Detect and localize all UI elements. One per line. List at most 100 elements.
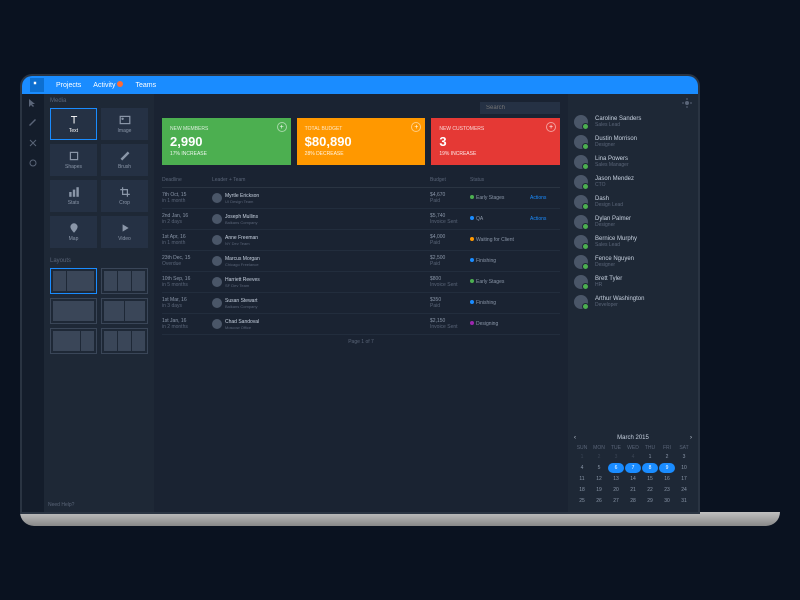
avatar <box>574 235 588 249</box>
cal-day[interactable]: 25 <box>574 496 590 506</box>
avatar <box>574 255 588 269</box>
cal-day[interactable]: 2 <box>659 452 675 462</box>
team-member[interactable]: Brett TylerHR <box>574 272 692 292</box>
tool-crop[interactable]: Crop <box>101 180 148 212</box>
table-row[interactable]: 1st Jan, 16in 2 monthsChad SandovalMosco… <box>162 314 560 335</box>
layout-option[interactable] <box>101 328 148 354</box>
cal-day[interactable]: 30 <box>659 496 675 506</box>
cal-day[interactable]: 4 <box>625 452 641 462</box>
gear-icon[interactable] <box>682 98 692 108</box>
tool-video[interactable]: Video <box>101 216 148 248</box>
team-member[interactable]: Dustin MorrisonDesigner <box>574 132 692 152</box>
main-content: +NEW MEMBERS2,99017% INCREASE+TOTAL BUDG… <box>154 76 568 512</box>
team-member[interactable]: Lina PowersSales Manager <box>574 152 692 172</box>
cal-dow: MON <box>591 445 607 451</box>
cal-next[interactable]: › <box>690 435 692 441</box>
avatar <box>212 256 222 266</box>
col-deadline[interactable]: Deadline <box>162 177 212 183</box>
cal-day[interactable]: 24 <box>676 485 692 495</box>
layout-option[interactable] <box>50 268 97 294</box>
nav-projects[interactable]: Projects <box>56 82 81 89</box>
avatar <box>574 135 588 149</box>
team-member[interactable]: Arthur WashingtonDeveloper <box>574 292 692 312</box>
team-member[interactable]: Caroline SandersSales Lead <box>574 112 692 132</box>
cut-icon[interactable] <box>28 138 38 148</box>
stat-card: +TOTAL BUDGET$80,89028% DECREASE <box>297 118 426 165</box>
cal-day[interactable]: 18 <box>574 485 590 495</box>
cal-day[interactable]: 2 <box>591 452 607 462</box>
cal-day[interactable]: 23 <box>659 485 675 495</box>
stat-card: +NEW CUSTOMERS319% INCREASE <box>431 118 560 165</box>
team-member[interactable]: Jason MendezCTO <box>574 172 692 192</box>
cal-day[interactable]: 14 <box>625 474 641 484</box>
cal-day[interactable]: 21 <box>625 485 641 495</box>
cal-day[interactable]: 28 <box>625 496 641 506</box>
sidebar-right: Caroline SandersSales LeadDustin Morriso… <box>568 76 698 512</box>
team-member[interactable]: Fence NguyenDesigner <box>574 252 692 272</box>
table-row[interactable]: 1st Mar, 16in 3 daysSusan StewartBalkans… <box>162 293 560 314</box>
team-member[interactable]: Dylan PalmerDesigner <box>574 212 692 232</box>
cal-day[interactable]: 1 <box>642 452 658 462</box>
svg-text:T: T <box>70 115 77 126</box>
cal-day[interactable]: 27 <box>608 496 624 506</box>
layout-option[interactable] <box>101 298 148 324</box>
table-row[interactable]: 23th Dec, 15OverdueMarcus MorganChicago … <box>162 251 560 272</box>
cal-day[interactable]: 5 <box>591 463 607 473</box>
layout-option[interactable] <box>50 328 97 354</box>
cal-day[interactable]: 11 <box>574 474 590 484</box>
cal-day[interactable]: 13 <box>608 474 624 484</box>
cal-day[interactable]: 17 <box>676 474 692 484</box>
cal-day[interactable]: 26 <box>591 496 607 506</box>
team-member[interactable]: Bernice MurphySales Lead <box>574 232 692 252</box>
nav-activity[interactable]: Activity <box>93 81 123 89</box>
cal-day[interactable]: 7 <box>625 463 641 473</box>
tool-palette: Media TTextImageShapesBrushStatsCropMapV… <box>44 76 154 512</box>
col-leader[interactable]: Leader + Team <box>212 177 430 183</box>
cal-day[interactable]: 15 <box>642 474 658 484</box>
help-link[interactable]: Need Help? <box>48 502 74 508</box>
col-budget[interactable]: Budget <box>430 177 470 183</box>
avatar <box>574 175 588 189</box>
cal-day[interactable]: 19 <box>591 485 607 495</box>
col-status[interactable]: Status <box>470 177 530 183</box>
tool-shapes[interactable]: Shapes <box>50 144 97 176</box>
team-member[interactable]: DashDesign Lead <box>574 192 692 212</box>
cal-dow: THU <box>642 445 658 451</box>
cal-day[interactable]: 20 <box>608 485 624 495</box>
cal-day[interactable]: 8 <box>642 463 658 473</box>
cal-day[interactable]: 1 <box>574 452 590 462</box>
pen-icon[interactable] <box>28 118 38 128</box>
layout-option[interactable] <box>50 298 97 324</box>
table-pager[interactable]: Page 1 of 7 <box>162 335 560 349</box>
rotate-icon[interactable] <box>28 158 38 168</box>
search-input[interactable] <box>480 102 560 114</box>
cal-day[interactable]: 10 <box>676 463 692 473</box>
top-nav: Projects Activity Teams <box>22 76 698 94</box>
table-row[interactable]: 10th Sep, 16in 5 monthsHarriett ReevesSF… <box>162 272 560 293</box>
cal-day[interactable]: 9 <box>659 463 675 473</box>
tool-stats[interactable]: Stats <box>50 180 97 212</box>
nav-teams[interactable]: Teams <box>135 82 156 89</box>
cal-day[interactable]: 12 <box>591 474 607 484</box>
cal-day[interactable]: 22 <box>642 485 658 495</box>
table-row[interactable]: 7th Oct, 15in 1 monthMyrtle EricksonUI D… <box>162 188 560 209</box>
avatar <box>212 277 222 287</box>
tool-image[interactable]: Image <box>101 108 148 140</box>
app-logo[interactable] <box>30 78 44 92</box>
cal-day[interactable]: 6 <box>608 463 624 473</box>
cal-dow: FRI <box>659 445 675 451</box>
cal-day[interactable]: 29 <box>642 496 658 506</box>
cal-day[interactable]: 3 <box>676 452 692 462</box>
cal-day[interactable]: 31 <box>676 496 692 506</box>
tool-brush[interactable]: Brush <box>101 144 148 176</box>
layout-option[interactable] <box>101 268 148 294</box>
cal-day[interactable]: 4 <box>574 463 590 473</box>
tool-map[interactable]: Map <box>50 216 97 248</box>
tool-text[interactable]: TText <box>50 108 97 140</box>
cal-day[interactable]: 16 <box>659 474 675 484</box>
table-row[interactable]: 2nd Jan, 16in 2 daysJoseph MullinsBalkan… <box>162 209 560 230</box>
cal-prev[interactable]: ‹ <box>574 435 576 441</box>
table-row[interactable]: 1st Apr, 16in 1 monthAnne FreemanNY Dev … <box>162 230 560 251</box>
cal-day[interactable]: 3 <box>608 452 624 462</box>
cursor-icon[interactable] <box>28 98 38 108</box>
